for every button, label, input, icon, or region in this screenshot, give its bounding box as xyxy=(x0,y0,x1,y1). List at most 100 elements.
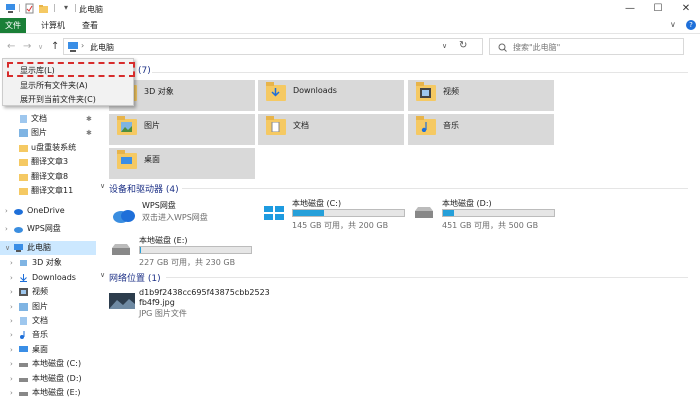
sidebar-item-folder[interactable]: 翻译文章3 xyxy=(0,155,96,169)
sidebar-item-drive-c[interactable]: › 本地磁盘 (C:) xyxy=(0,357,96,371)
title-separator: | xyxy=(53,3,56,12)
folders-group-count[interactable]: (7) xyxy=(138,66,151,76)
document-icon xyxy=(20,317,27,325)
window-title: 此电脑 xyxy=(79,5,103,14)
drive-d-item[interactable]: 本地磁盘 (D:) 451 GB 可用，共 500 GB xyxy=(406,198,566,232)
breadcrumb-separator: › xyxy=(81,41,85,50)
sidebar-item-documents[interactable]: 文档 ✱ xyxy=(0,112,96,126)
sidebar-item-this-pc[interactable]: ∨ 此电脑 xyxy=(0,241,96,255)
music-icon xyxy=(421,122,427,132)
sidebar-item-pictures[interactable]: › 图片 xyxy=(0,300,96,314)
tab-computer[interactable]: 计算机 xyxy=(41,20,65,31)
sidebar-item-label: 图片 xyxy=(32,302,48,311)
menu-item-show-all-folders[interactable]: 显示所有文件夹(A) xyxy=(20,80,88,91)
folder-tile-downloads[interactable]: Downloads xyxy=(258,80,404,111)
properties-icon[interactable] xyxy=(24,3,35,14)
minimize-button[interactable]: — xyxy=(615,0,645,18)
sidebar-item-drive-d[interactable]: › 本地磁盘 (D:) xyxy=(0,372,96,386)
drive-icon xyxy=(112,244,130,255)
expand-arrow-icon[interactable]: › xyxy=(10,386,13,400)
drive-e-item[interactable]: 本地磁盘 (E:) 227 GB 可用，共 230 GB xyxy=(103,235,263,269)
address-dropdown-icon[interactable]: ∨ xyxy=(442,42,447,50)
drive-icon xyxy=(19,363,28,367)
document-icon xyxy=(271,122,280,132)
sidebar-item-desktop[interactable]: › 桌面 xyxy=(0,343,96,357)
quick-access-dropdown-icon[interactable]: ▾ xyxy=(64,3,68,12)
sidebar-item-folder[interactable]: 翻译文章11 xyxy=(0,184,96,198)
sidebar-item-3d-objects[interactable]: › 3D 对象 xyxy=(0,256,96,270)
sidebar-item-onedrive[interactable]: › OneDrive xyxy=(0,204,96,218)
folder-tile-videos[interactable]: 视频 xyxy=(408,80,554,111)
sidebar-item-downloads[interactable]: › Downloads xyxy=(0,271,96,285)
network-file-name: d1b9f2438cc695f43875cbb2523 xyxy=(139,288,270,297)
group-toggle-icon[interactable]: ∨ xyxy=(100,271,105,279)
expand-arrow-icon[interactable]: › xyxy=(10,314,13,328)
pin-icon: ✱ xyxy=(86,129,92,137)
group-toggle-icon[interactable]: ∨ xyxy=(100,182,105,190)
windows-drive-icon xyxy=(264,206,284,220)
sidebar-item-wps-drive[interactable]: › WPS网盘 xyxy=(0,222,96,236)
tab-file[interactable]: 文件 xyxy=(0,18,26,33)
tab-view[interactable]: 查看 xyxy=(82,20,98,31)
devices-group-header[interactable]: 设备和驱动器 (4) xyxy=(109,182,179,195)
sidebar-item-label: Downloads xyxy=(32,273,76,282)
drive-c-item[interactable]: 本地磁盘 (C:) 145 GB 可用，共 200 GB xyxy=(256,198,416,232)
sidebar-item-label: u盘重装系统 xyxy=(31,143,77,152)
folder-tile-desktop[interactable]: 桌面 xyxy=(109,148,255,179)
folder-tile-pictures[interactable]: 图片 xyxy=(109,114,255,145)
expand-arrow-icon[interactable]: › xyxy=(10,300,13,314)
sidebar-item-pictures[interactable]: 图片 ✱ xyxy=(0,126,96,140)
network-group-header[interactable]: 网络位置 (1) xyxy=(109,271,161,284)
expand-arrow-icon[interactable]: › xyxy=(5,222,8,236)
expand-arrow-icon[interactable]: › xyxy=(10,285,13,299)
recent-locations-icon[interactable]: ∨ xyxy=(38,43,43,51)
sidebar-item-music[interactable]: › 音乐 xyxy=(0,328,96,342)
help-icon[interactable]: ? xyxy=(686,20,696,30)
sidebar-item-drive-e[interactable]: › 本地磁盘 (E:) xyxy=(0,386,96,400)
drive-usage-bar xyxy=(292,209,405,217)
up-button[interactable]: ↑ xyxy=(51,41,59,52)
wps-drive-item[interactable]: WPS网盘 双击进入WPS网盘 xyxy=(106,200,266,234)
folder-tile-documents[interactable]: 文档 xyxy=(258,114,404,145)
expand-arrow-icon[interactable]: › xyxy=(5,204,8,218)
sidebar-item-folder[interactable]: u盘重装系统 xyxy=(0,141,96,155)
breadcrumb[interactable]: 此电脑 xyxy=(90,42,114,53)
drive-usage-bar xyxy=(442,209,555,217)
new-folder-icon[interactable] xyxy=(38,3,49,14)
close-button[interactable]: ✕ xyxy=(671,0,700,18)
back-button[interactable]: ← xyxy=(7,41,15,52)
refresh-button[interactable]: ↻ xyxy=(459,40,467,51)
sidebar-item-label: 本地磁盘 (E:) xyxy=(32,388,81,397)
group-divider xyxy=(166,277,688,278)
expand-arrow-icon[interactable]: › xyxy=(10,328,13,342)
drive-name: WPS网盘 xyxy=(142,201,176,210)
folder-tile-label: 文档 xyxy=(293,121,309,130)
collapse-ribbon-icon[interactable]: ∨ xyxy=(670,20,676,29)
sidebar-item-label: 本地磁盘 (D:) xyxy=(32,374,82,383)
network-file-item[interactable]: d1b9f2438cc695f43875cbb2523 fb4f9.jpg JP… xyxy=(103,288,283,322)
sidebar-item-videos[interactable]: › 视频 xyxy=(0,285,96,299)
collapse-arrow-icon[interactable]: ∨ xyxy=(5,241,10,255)
forward-button[interactable]: → xyxy=(23,41,31,52)
search-input[interactable]: 搜索"此电脑" xyxy=(489,38,684,55)
address-field[interactable]: › 此电脑 ∨ ↻ xyxy=(63,38,483,55)
expand-arrow-icon[interactable]: › xyxy=(10,372,13,386)
expand-arrow-icon[interactable]: › xyxy=(10,343,13,357)
menu-item-expand-to-current[interactable]: 展开到当前文件夹(C) xyxy=(20,94,96,105)
maximize-button[interactable]: ☐ xyxy=(643,0,673,18)
sidebar-item-folder[interactable]: 翻译文章8 xyxy=(0,170,96,184)
picture-icon xyxy=(19,303,28,311)
network-file-name-cont: fb4f9.jpg xyxy=(139,298,175,307)
sidebar-item-label: 翻译文章11 xyxy=(31,186,74,195)
this-pc-icon xyxy=(68,42,78,52)
folder-tile-music[interactable]: 音乐 xyxy=(408,114,554,145)
folder-icon xyxy=(19,188,28,195)
expand-arrow-icon[interactable]: › xyxy=(10,357,13,371)
sidebar-item-label: 翻译文章8 xyxy=(31,172,69,181)
sidebar-item-documents[interactable]: › 文档 xyxy=(0,314,96,328)
picture-icon xyxy=(19,129,28,137)
sidebar-item-label: 翻译文章3 xyxy=(31,157,69,166)
expand-arrow-icon[interactable]: › xyxy=(10,256,13,270)
drive-usage-bar xyxy=(139,246,252,254)
expand-arrow-icon[interactable]: › xyxy=(10,271,13,285)
